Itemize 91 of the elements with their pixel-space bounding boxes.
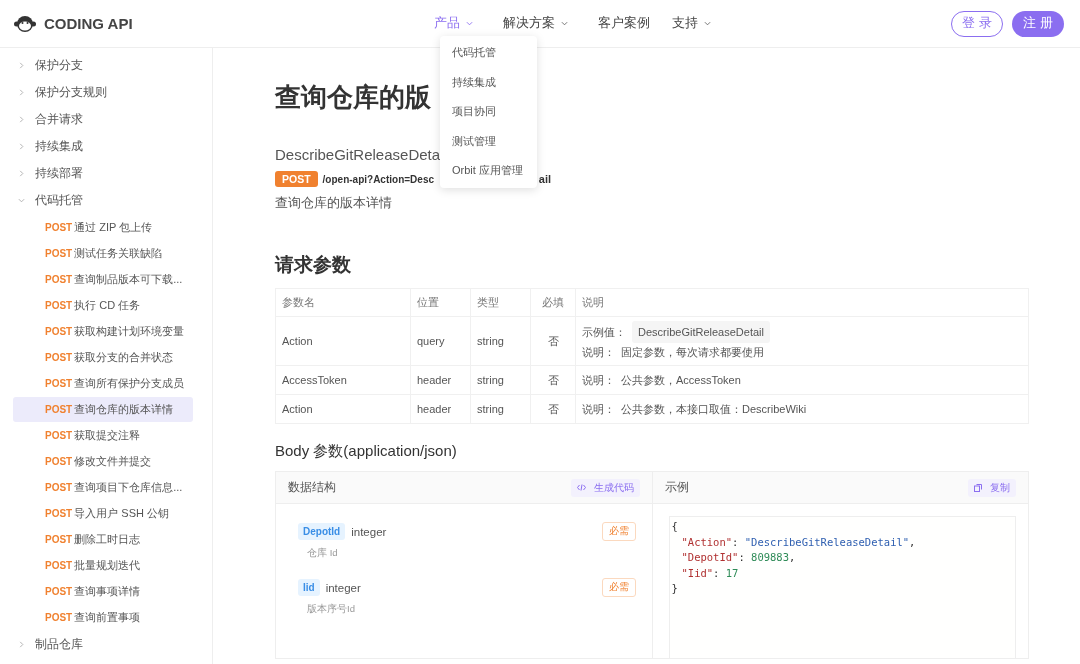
table-cell: query: [410, 316, 471, 366]
dropdown-item[interactable]: Orbit 应用管理: [440, 156, 537, 186]
sidebar-item[interactable]: POST 查询前置事项: [13, 605, 193, 630]
table-cell: 否: [530, 316, 576, 366]
register-button[interactable]: 注 册: [1012, 10, 1064, 37]
column-header: 类型: [470, 288, 531, 317]
table-cell: 否: [530, 365, 576, 395]
sidebar-item[interactable]: POST 测试任务关联缺陷: [13, 241, 193, 266]
nav-menu-item[interactable]: 解决方案: [503, 15, 568, 32]
table-cell: Action: [275, 394, 411, 424]
sidebar-item[interactable]: POST 获取构建计划环境变量: [13, 319, 193, 344]
required-tag: 必需: [601, 578, 636, 597]
sidebar-item[interactable]: POST 查询制品版本可下载...: [13, 267, 193, 292]
note-label: 说明：: [582, 373, 615, 388]
table-cell: 否: [530, 394, 576, 424]
sidebar-item[interactable]: POST 执行 CD 任务: [13, 293, 193, 318]
chevron-right-icon: [18, 170, 25, 177]
sidebar-item[interactable]: POST 批量规划迭代: [13, 553, 193, 578]
monkey-logo-icon: [14, 14, 36, 33]
dropdown-item[interactable]: 持续集成: [440, 67, 537, 97]
sidebar-item[interactable]: POST 查询所有保护分支成员: [13, 371, 193, 396]
dropdown-item[interactable]: 项目协同: [440, 97, 537, 127]
table-cell: header: [410, 365, 471, 395]
note-label: 说明：: [582, 345, 615, 360]
login-button[interactable]: 登 录: [951, 10, 1003, 37]
endpoint-path: /open-api?Action=Desc: [322, 173, 434, 185]
field-description: 版本序号Id: [307, 603, 356, 616]
nav-menu-item[interactable]: 客户案例: [598, 15, 650, 32]
sidebar-item[interactable]: POST 通过 ZIP 包上传: [13, 215, 193, 240]
page-title: 查询仓库的版: [275, 81, 431, 114]
example-value: DescribeGitReleaseDetail: [632, 321, 770, 343]
note-text: 公共参数，本接口取值：DescribeWiki: [621, 402, 807, 417]
code-block: { "Action": "DescribeGitReleaseDetail", "DepotId": 809883, "Iid": 17 }: [668, 516, 1016, 658]
column-header: 参数名: [275, 288, 411, 317]
required-tag: 必需: [601, 522, 636, 541]
field-name: Iid: [298, 579, 320, 596]
panel-title: 数据结构: [288, 480, 336, 495]
sidebar-group-label[interactable]: 持续集成: [35, 139, 83, 154]
sidebar-item[interactable]: POST 导入用户 SSH 公钥: [13, 501, 193, 526]
sidebar-group-label[interactable]: 保护分支: [35, 58, 83, 73]
sidebar-item[interactable]: POST 获取提交注释: [13, 423, 193, 448]
dropdown-item[interactable]: 测试管理: [440, 126, 537, 156]
logo-text: CODING API: [44, 15, 133, 32]
table-cell: string: [470, 365, 531, 395]
note-text: 公共参数，AccessToken: [621, 373, 741, 388]
note-text: 固定参数，每次请求都要使用: [621, 345, 764, 360]
endpoint-path: ail: [538, 173, 551, 185]
chevron-right-icon: [18, 89, 25, 96]
sidebar-item[interactable]: POST 修改文件并提交: [13, 449, 193, 474]
table-cell: header: [410, 394, 471, 424]
sidebar-group-label[interactable]: 制品仓库: [35, 637, 83, 652]
chevron-right-icon: [18, 116, 25, 123]
section-heading: Body 参数(application/json): [275, 442, 458, 461]
column-header: 位置: [410, 288, 471, 317]
nav-menu-item[interactable]: 支持: [672, 15, 711, 32]
table-cell: Action: [275, 316, 411, 366]
chevron-right-icon: [18, 143, 25, 150]
note-label: 说明：: [582, 402, 615, 417]
sidebar-group-label[interactable]: 合并请求: [35, 112, 83, 127]
sidebar-item[interactable]: POST 删除工时日志: [13, 527, 193, 552]
chevron-down-icon: [18, 197, 25, 204]
table-cell: string: [470, 316, 531, 366]
sidebar-item[interactable]: POST 查询仓库的版本详情: [13, 397, 193, 422]
sidebar-group-label[interactable]: 保护分支规则: [35, 85, 107, 100]
sidebar-group-label[interactable]: 代码托管: [35, 193, 83, 208]
field-type: integer: [325, 581, 362, 594]
field-description: 仓库 Id: [307, 547, 339, 560]
sidebar-item[interactable]: POST 获取分支的合并状态: [13, 345, 193, 370]
copy-button[interactable]: 复制: [968, 478, 1016, 497]
field-type: integer: [351, 525, 388, 538]
field-name: DepotId: [298, 523, 346, 540]
sidebar-group-label[interactable]: 持续部署: [35, 166, 83, 181]
copy-icon: [974, 483, 982, 492]
sidebar-item[interactable]: POST 查询事项详情: [13, 579, 193, 604]
dropdown-item[interactable]: 代码托管: [440, 38, 537, 68]
generate-code-button[interactable]: 生成代码: [570, 478, 640, 497]
chevron-right-icon: [18, 62, 25, 69]
table-cell: AccessToken: [275, 365, 411, 395]
method-badge: POST: [275, 171, 318, 187]
action-name: DescribeGitReleaseDeta: [275, 146, 442, 163]
column-header: 必填: [530, 288, 576, 317]
api-description: 查询仓库的版本详情: [275, 195, 393, 212]
panel-title: 示例: [664, 480, 689, 495]
nav-menu-item[interactable]: 产品: [434, 15, 473, 32]
section-heading: 请求参数: [275, 253, 352, 277]
note-label: 示例值：: [582, 325, 626, 340]
column-header: 说明: [575, 288, 1029, 317]
code-icon: [576, 484, 586, 491]
chevron-right-icon: [18, 641, 25, 648]
sidebar-item[interactable]: POST 查询项目下仓库信息...: [13, 475, 193, 500]
table-cell: string: [470, 394, 531, 424]
